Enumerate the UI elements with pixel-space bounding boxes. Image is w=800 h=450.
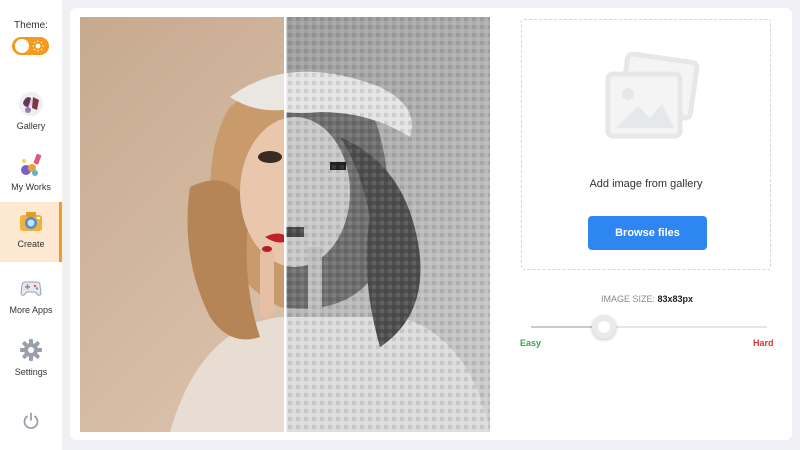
sidebar-item-create[interactable]: Create [0, 202, 62, 262]
upload-dropzone[interactable]: Add image from gallery Browse files [521, 19, 771, 270]
sidebar-item-settings[interactable]: Settings [0, 330, 62, 390]
sidebar-item-label: Gallery [16, 121, 46, 131]
image-placeholder-icon [605, 52, 700, 139]
browse-files-button[interactable]: Browse files [588, 216, 707, 250]
sidebar-item-label: My Works [11, 182, 51, 192]
upload-prompt: Add image from gallery [589, 178, 703, 190]
compare-divider[interactable] [284, 17, 287, 432]
sidebar-item-label: Settings [14, 367, 48, 377]
image-size-readout: IMAGE SIZE: 83x83px [521, 294, 773, 304]
photo-comparison [80, 17, 490, 432]
gamepad-icon [20, 281, 42, 296]
gear-icon [20, 339, 42, 361]
main-panel: Add image from gallery Browse files IMAG… [70, 8, 792, 440]
gallery-icon [19, 92, 43, 116]
theme-toggle[interactable] [12, 37, 49, 55]
sidebar-item-gallery[interactable]: Gallery [0, 84, 62, 144]
camera-icon [20, 212, 42, 231]
sidebar-item-label: Create [17, 239, 45, 249]
difficulty-slider[interactable] [531, 315, 767, 339]
photo-preview [80, 17, 490, 432]
hard-label: Hard [753, 338, 774, 348]
slider-thumb[interactable] [592, 315, 616, 339]
sidebar-item-my-works[interactable]: My Works [0, 145, 62, 205]
image-size-label: IMAGE SIZE: [600, 294, 655, 304]
power-icon[interactable] [22, 412, 40, 430]
my-works-icon [21, 153, 42, 176]
theme-label: Theme: [14, 20, 48, 31]
easy-label: Easy [520, 338, 542, 348]
sidebar-item-label: More Apps [9, 305, 53, 315]
sidebar-item-more-apps[interactable]: More Apps [0, 268, 62, 328]
sun-icon [32, 40, 44, 52]
image-size-value: 83x83px [657, 294, 694, 304]
toggle-knob [15, 39, 29, 53]
sidebar: Theme: Gallery My Works Create More Apps… [0, 0, 62, 450]
